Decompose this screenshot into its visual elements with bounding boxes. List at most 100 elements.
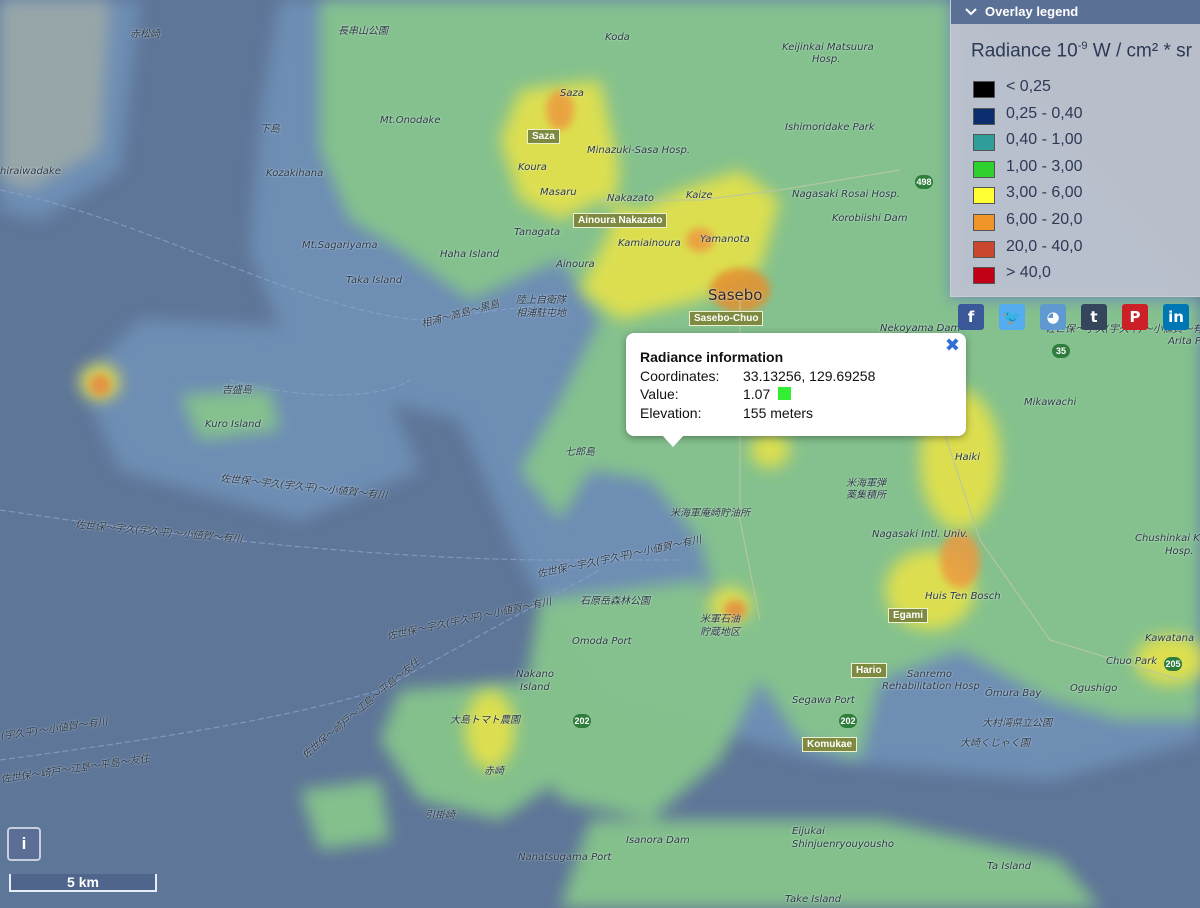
map-label: Kuro Island <box>205 419 261 430</box>
map-label: Ainoura <box>556 259 595 270</box>
legend-swatch <box>973 134 995 152</box>
radiance-value: 1.07 <box>743 386 792 402</box>
tumblr-icon[interactable]: t <box>1081 304 1107 330</box>
map-label: Huis Ten Bosch <box>925 591 1001 602</box>
route-shield: 498 <box>915 175 933 189</box>
map-label: Kamiainoura <box>618 238 681 249</box>
map-label: Segawa Port <box>792 695 855 706</box>
map-label: 下島 <box>260 124 280 135</box>
facebook-icon[interactable]: f <box>958 304 984 330</box>
map-label: Arita Po <box>1168 336 1200 347</box>
map-label: 大村湾県立公園 <box>982 718 1052 729</box>
map-label: Sanremo <box>907 669 952 680</box>
legend-item-label: 20,0 - 40,0 <box>1006 237 1083 255</box>
map-label: Shinjuenryouyousho <box>792 839 894 850</box>
route-shield: 205 <box>1164 657 1182 671</box>
coordinates-label: Coordinates: <box>640 368 720 384</box>
map-label: Take Island <box>785 894 842 905</box>
map-label: Isanora Dam <box>626 835 690 846</box>
map-label: 赤崎 <box>484 766 504 777</box>
map-label: 貯蔵地区 <box>700 627 740 638</box>
map-label: 大崎くじゃく園 <box>960 738 1030 749</box>
legend-item-label: 0,25 - 0,40 <box>1006 104 1083 122</box>
map-label: Hosp. <box>812 54 841 65</box>
linkedin-icon[interactable]: in <box>1163 304 1189 330</box>
map-label: Nagasaki Intl. Univ. <box>872 529 969 540</box>
map-label: Koda <box>605 32 630 43</box>
map-label: Mikawachi <box>1024 397 1077 408</box>
station-label: Ainoura Nakazato <box>573 213 668 228</box>
coordinates-value: 33.13256, 129.69258 <box>743 368 876 384</box>
info-button[interactable]: i <box>7 827 41 861</box>
legend-header-label: Overlay legend <box>985 4 1079 19</box>
map-label: Nakazato <box>607 193 654 204</box>
map-label: Omoda Port <box>572 636 632 647</box>
map-label: Island <box>520 682 550 693</box>
map-label: 引掛崎 <box>425 810 455 821</box>
map-label: Hosp. <box>1165 546 1194 557</box>
map-label: Korobiishi Dam <box>832 213 908 224</box>
legend-item-label: 1,00 - 3,00 <box>1006 157 1083 175</box>
map-label: Mt.Sagariyama <box>302 240 378 251</box>
station-label: Komukae <box>802 737 858 752</box>
chevron-down-icon <box>965 0 977 24</box>
map-label: 七郎島 <box>565 447 595 458</box>
map-label: Kozakihana <box>266 168 324 179</box>
map-label: Masaru <box>540 187 577 198</box>
legend-item-label: < 0,25 <box>1006 78 1051 95</box>
station-label: Hario <box>851 663 887 678</box>
route-shield: 202 <box>839 714 857 728</box>
map-label: Ogushigo <box>1070 683 1118 694</box>
radiance-info-popup: ✖ Radiance information Coordinates: 33.1… <box>626 333 966 447</box>
map-label: Keijinkai Matsuura <box>782 42 874 53</box>
legend-swatch <box>973 214 995 231</box>
map-label: Taka Island <box>346 275 403 286</box>
map-label: Kawatana <box>1145 633 1195 644</box>
map-label: Nagasaki Rosai Hosp. <box>792 189 900 200</box>
map-label: Haiki <box>955 452 980 463</box>
elevation-label: Elevation: <box>640 405 702 421</box>
map-label: hiraiwadake <box>0 166 61 177</box>
legend-swatch <box>973 160 995 178</box>
map-label: 長串山公園 <box>338 26 388 37</box>
legend-swatch <box>973 107 995 125</box>
map-label: Saza <box>560 88 584 99</box>
map-label: Haha Island <box>440 249 500 260</box>
map-label: Nanatsugama Port <box>518 852 612 863</box>
station-label: Sasebo-Chuo <box>689 311 764 326</box>
scale-bar: 5 km <box>9 874 157 892</box>
map-label: 大島トマト農園 <box>450 715 520 726</box>
map-label: Minazuki-Sasa Hosp. <box>587 145 691 156</box>
map-label: Mt.Onodake <box>380 115 441 126</box>
legend-item-label: 0,40 - 1,00 <box>1006 131 1083 149</box>
map-label: Nakano <box>516 669 554 680</box>
map-label: 赤松崎 <box>130 29 160 40</box>
legend-swatch <box>973 81 995 98</box>
map-label: 薬集積所 <box>846 490 886 501</box>
value-label: Value: <box>640 386 679 402</box>
pinterest-icon[interactable]: P <box>1122 304 1148 330</box>
map-label: Sasebo <box>708 286 763 304</box>
legend-title: Radiance 10-9 W / cm² * sr <box>971 40 1192 62</box>
map-label: Rehabilitation Hosp <box>882 681 980 692</box>
legend-swatch <box>973 267 995 285</box>
map-label: Koura <box>518 162 547 173</box>
legend-swatch <box>973 240 995 258</box>
popup-title: Radiance information <box>640 349 784 365</box>
legend-item-label: > 40,0 <box>1006 264 1051 282</box>
legend-toggle[interactable]: Overlay legend <box>951 0 1200 24</box>
map-label: Ishimoridake Park <box>785 122 875 133</box>
map-label: 吉盛島 <box>222 385 252 396</box>
reddit-icon[interactable]: ◕ <box>1040 304 1066 330</box>
legend-swatch <box>973 187 995 205</box>
twitter-icon[interactable]: 🐦 <box>999 304 1025 330</box>
station-label: Egami <box>888 608 929 623</box>
map-label: Eijukai <box>792 826 825 837</box>
map-label: Tanagata <box>514 227 561 238</box>
map-label: Chushinkai K <box>1135 533 1200 544</box>
elevation-value: 155 meters <box>743 405 814 421</box>
close-icon[interactable]: ✖ <box>945 335 960 356</box>
station-label: Saza <box>527 129 560 144</box>
overlay-legend-panel: Overlay legend Radiance 10-9 W / cm² * s… <box>950 0 1200 297</box>
map-label: Yamanota <box>700 234 750 245</box>
